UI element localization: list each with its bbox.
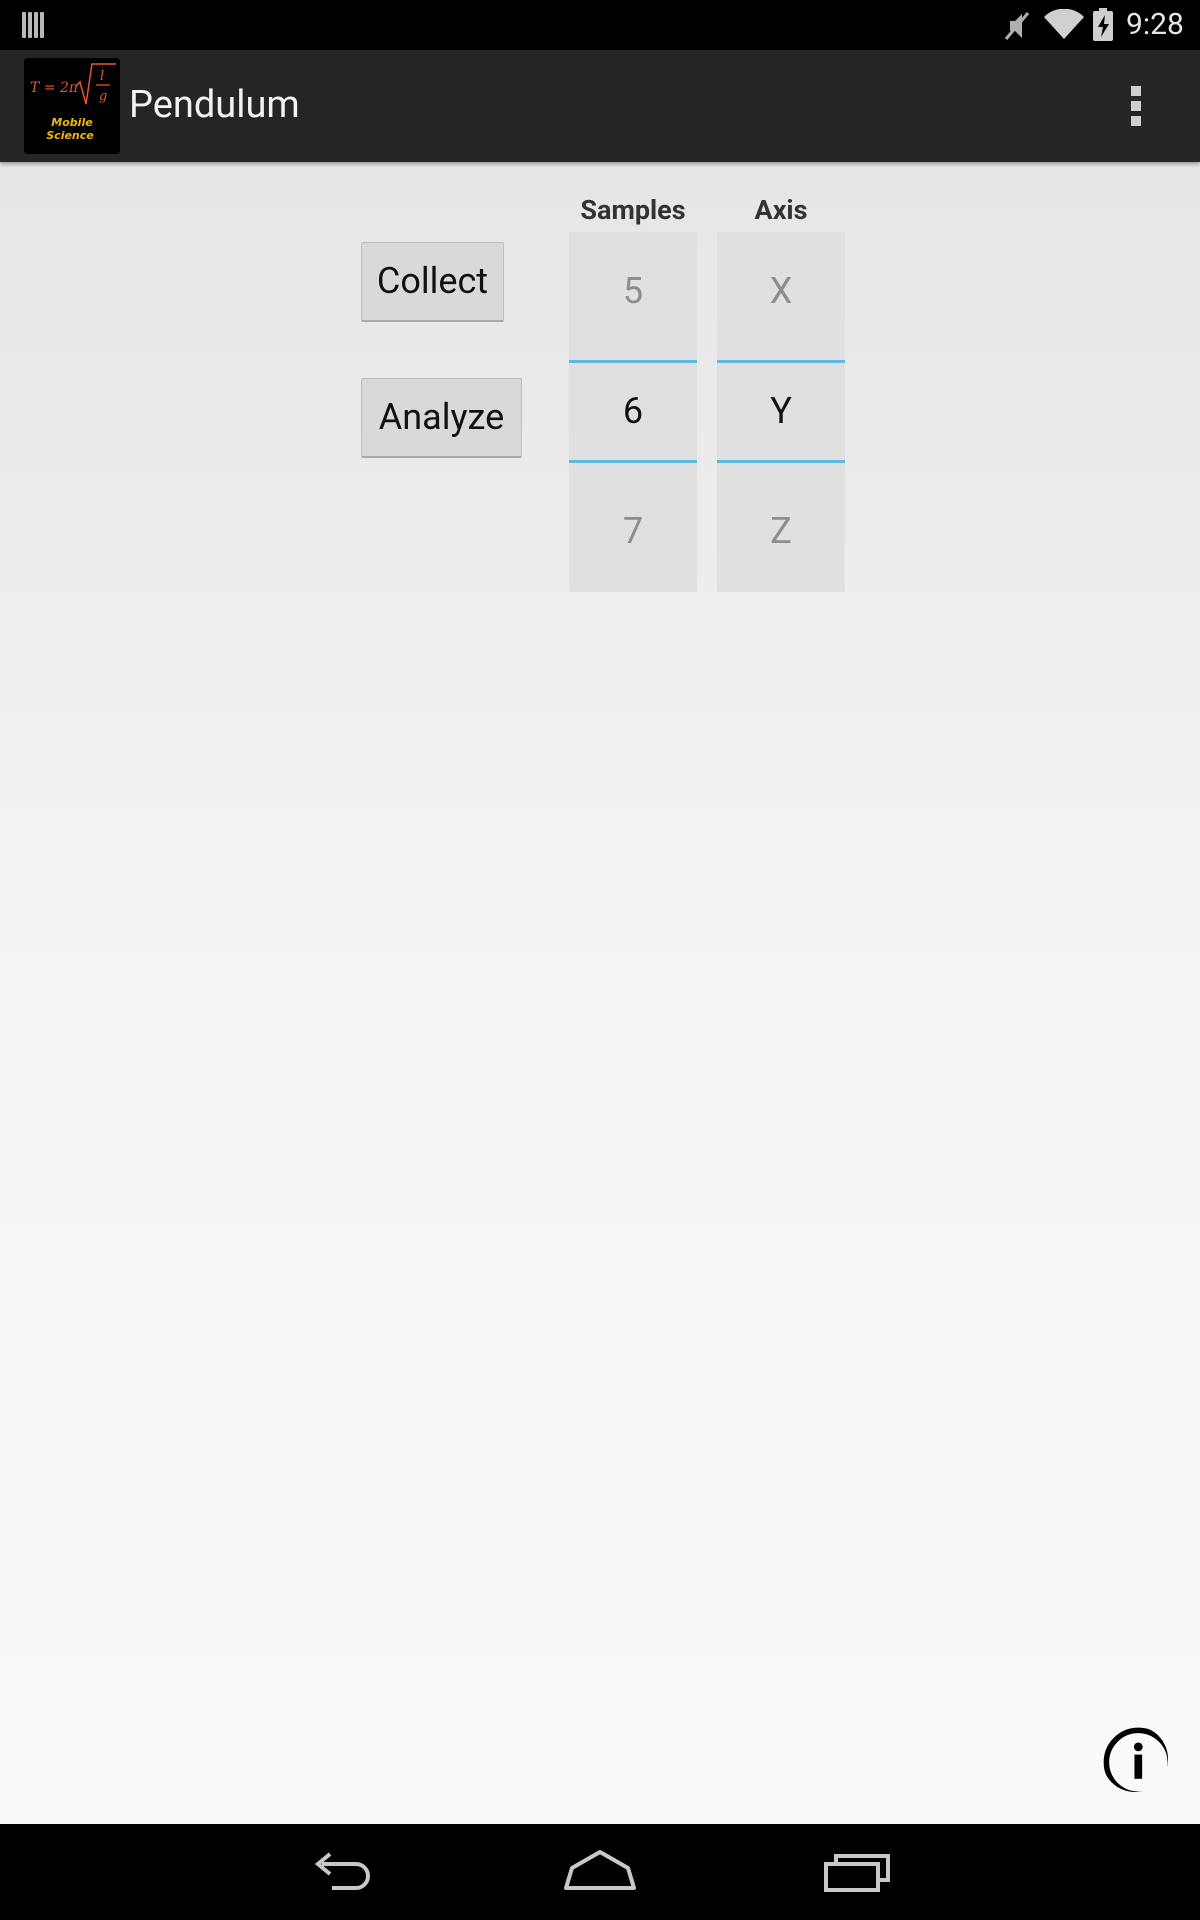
samples-option-below[interactable]: 7 (569, 510, 697, 552)
samples-option-above[interactable]: 5 (569, 270, 697, 312)
battery-charging-icon (1093, 8, 1113, 41)
axis-divider-bottom (717, 460, 845, 463)
overflow-menu-icon[interactable] (1120, 80, 1154, 132)
axis-selected-value[interactable]: Y (717, 390, 845, 432)
axis-option-below[interactable]: Z (717, 510, 845, 552)
svg-text:Science: Science (46, 129, 94, 142)
samples-label: Samples (580, 194, 686, 226)
axis-label: Axis (754, 194, 808, 226)
samples-selected-value[interactable]: 6 (569, 390, 697, 432)
recents-icon[interactable] (822, 1846, 892, 1896)
navigation-bar (0, 1824, 1200, 1920)
axis-divider-top (717, 360, 845, 363)
svg-text:Mobile: Mobile (51, 116, 93, 129)
clock: 9:28 (1126, 7, 1184, 42)
notification-bars-icon (22, 12, 48, 38)
wifi-icon (1044, 9, 1084, 39)
home-icon[interactable] (560, 1846, 640, 1896)
collect-button[interactable]: Collect (361, 242, 504, 322)
axis-option-above[interactable]: X (717, 270, 845, 312)
info-icon[interactable] (1102, 1726, 1168, 1792)
action-bar: T = 2π l g Mobile Science Pendulum (0, 50, 1200, 162)
app-title: Pendulum (129, 83, 300, 127)
analyze-button[interactable]: Analyze (361, 378, 522, 458)
svg-text:g: g (99, 89, 107, 104)
app-logo: T = 2π l g Mobile Science (24, 58, 120, 154)
samples-picker[interactable]: 5 6 7 (569, 232, 697, 592)
axis-picker[interactable]: X Y Z (717, 232, 845, 592)
mute-icon (1004, 12, 1030, 40)
svg-text:l: l (100, 69, 104, 84)
samples-divider-bottom (569, 460, 697, 463)
status-bar: 9:28 (0, 0, 1200, 50)
svg-text:T = 2π: T = 2π (30, 80, 79, 96)
samples-divider-top (569, 360, 697, 363)
back-icon[interactable] (308, 1846, 378, 1896)
